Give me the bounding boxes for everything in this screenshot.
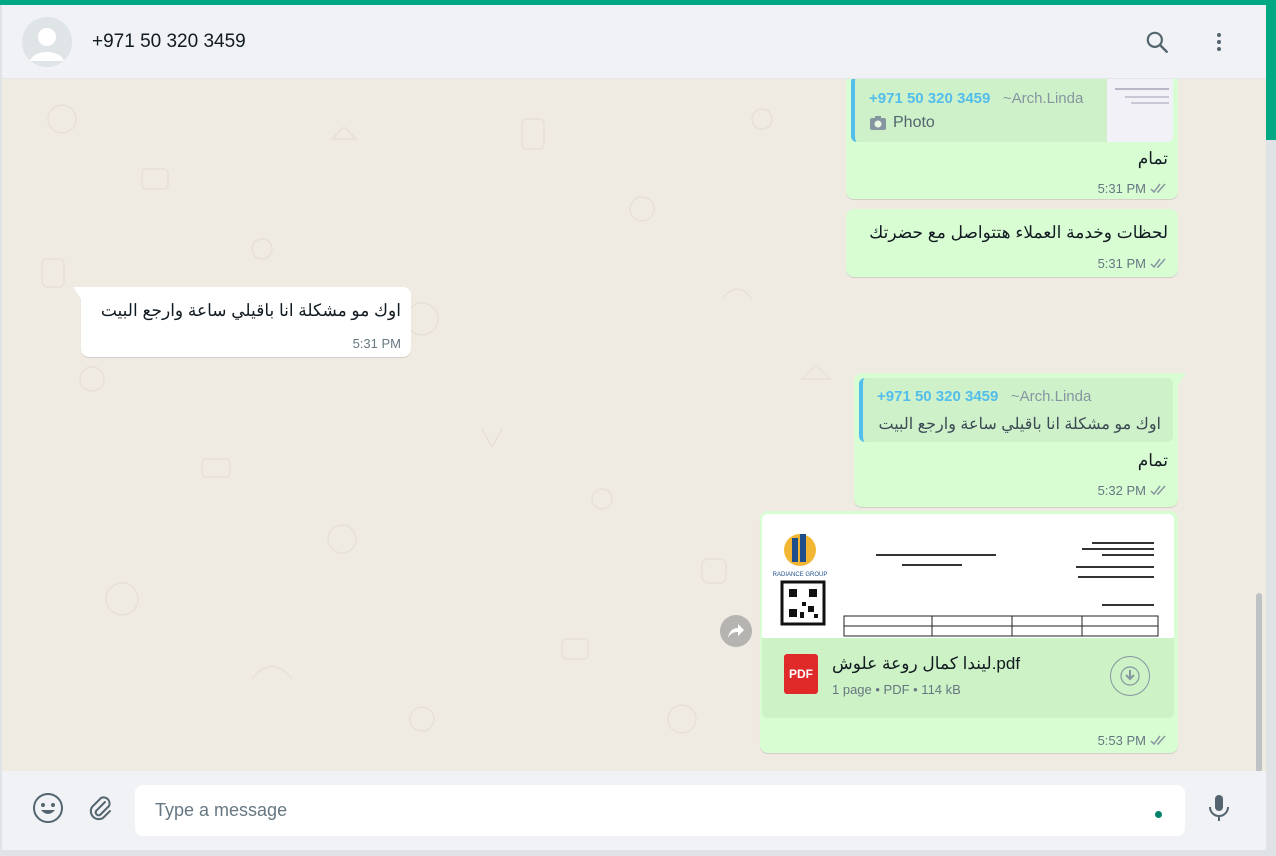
quoted-sender-alias: ~Arch.Linda	[1010, 388, 1092, 405]
document-info[interactable]: PDF ليندا كمال روعة علوش.pdf 1 page • PD…	[762, 638, 1174, 718]
download-icon	[1120, 666, 1140, 686]
message-meta: 5:31 PM	[353, 336, 401, 351]
chat-header: +971 50 320 3459	[2, 5, 1266, 79]
message-meta: 5:31 PM	[1098, 181, 1168, 196]
double-tick-icon	[1150, 735, 1166, 746]
quoted-message[interactable]: +971 50 320 3459 ~Arch.Linda اوك مو مشكل…	[859, 378, 1173, 442]
quoted-text: اوك مو مشكلة انا باقيلي ساعة وارجع البيت	[878, 416, 1161, 433]
message-text: تمام	[1137, 149, 1168, 168]
camera-icon	[870, 116, 886, 130]
document-preview[interactable]: RADIANCE GROUP	[762, 514, 1174, 638]
contact-avatar[interactable]	[22, 17, 72, 67]
download-button[interactable]	[1110, 656, 1150, 696]
bubble-tail	[73, 287, 81, 299]
forward-button[interactable]	[720, 615, 752, 647]
default-avatar-icon	[22, 17, 72, 67]
message-time: 5:32 PM	[1097, 483, 1146, 498]
menu-icon[interactable]	[1204, 27, 1234, 57]
chat-window: +971 50 320 3459 +971 50 320 3459 ~Arch.…	[2, 5, 1266, 850]
document-details: 1 page • PDF • 114 kB	[832, 682, 961, 697]
message-time: 5:31 PM	[1097, 256, 1146, 271]
message-bubble-outgoing-document[interactable]: RADIANCE GROUP PDF ليندا كمال روعة علوش.…	[760, 511, 1178, 753]
preview-logo-text: RADIANCE GROUP	[773, 572, 828, 578]
forward-icon	[728, 624, 744, 638]
message-text: اوك مو مشكلة انا باقيلي ساعة وارجع البيت	[100, 301, 401, 320]
message-input-container[interactable]	[135, 785, 1185, 836]
emoji-icon[interactable]	[31, 791, 65, 825]
message-bubble-outgoing[interactable]: +971 50 320 3459 ~Arch.Linda اوك مو مشكل…	[854, 373, 1186, 507]
chat-scrollbar[interactable]	[1256, 593, 1262, 773]
search-icon[interactable]	[1142, 27, 1172, 57]
message-time: 5:31 PM	[352, 336, 401, 351]
mic-icon[interactable]	[1202, 791, 1236, 825]
quoted-photo-thumbnail	[1107, 79, 1173, 142]
document-preview-image: RADIANCE GROUP	[762, 514, 1174, 638]
message-list[interactable]: +971 50 320 3459 ~Arch.Linda Photo تمام …	[2, 79, 1266, 771]
bubble-tail	[1178, 373, 1186, 385]
message-time: 5:53 PM	[1097, 733, 1146, 748]
message-meta: 5:53 PM	[1098, 733, 1168, 748]
quoted-sender-alias: ~Arch.Linda	[1002, 90, 1084, 107]
input-status-dot	[1155, 811, 1162, 818]
message-bubble-outgoing[interactable]: لحظات وخدمة العملاء هتتواصل مع حضرتك 5:3…	[846, 209, 1178, 277]
message-input[interactable]	[155, 785, 1135, 836]
side-accent-bar	[1266, 0, 1276, 140]
message-time: 5:31 PM	[1097, 181, 1146, 196]
message-text: تمام	[1137, 451, 1168, 470]
message-text: لحظات وخدمة العملاء هتتواصل مع حضرتك	[869, 223, 1168, 242]
message-meta: 5:31 PM	[1098, 256, 1168, 271]
quoted-sender-phone: +971 50 320 3459	[877, 388, 999, 405]
composer-bar	[2, 771, 1266, 850]
message-bubble-outgoing[interactable]: +971 50 320 3459 ~Arch.Linda Photo تمام …	[846, 79, 1178, 199]
message-bubble-incoming[interactable]: اوك مو مشكلة انا باقيلي ساعة وارجع البيت…	[73, 287, 411, 357]
pdf-file-icon: PDF	[784, 654, 818, 694]
quoted-sender-phone: +971 50 320 3459	[869, 90, 991, 107]
attach-icon[interactable]	[83, 791, 117, 825]
double-tick-icon	[1150, 183, 1166, 194]
quoted-message[interactable]: +971 50 320 3459 ~Arch.Linda Photo	[851, 79, 1173, 142]
double-tick-icon	[1150, 258, 1166, 269]
document-file-name: ليندا كمال روعة علوش.pdf	[832, 654, 1021, 673]
message-meta: 5:32 PM	[1098, 483, 1168, 498]
double-tick-icon	[1150, 485, 1166, 496]
contact-name[interactable]: +971 50 320 3459	[92, 31, 246, 53]
quoted-media-label: Photo	[893, 114, 935, 131]
